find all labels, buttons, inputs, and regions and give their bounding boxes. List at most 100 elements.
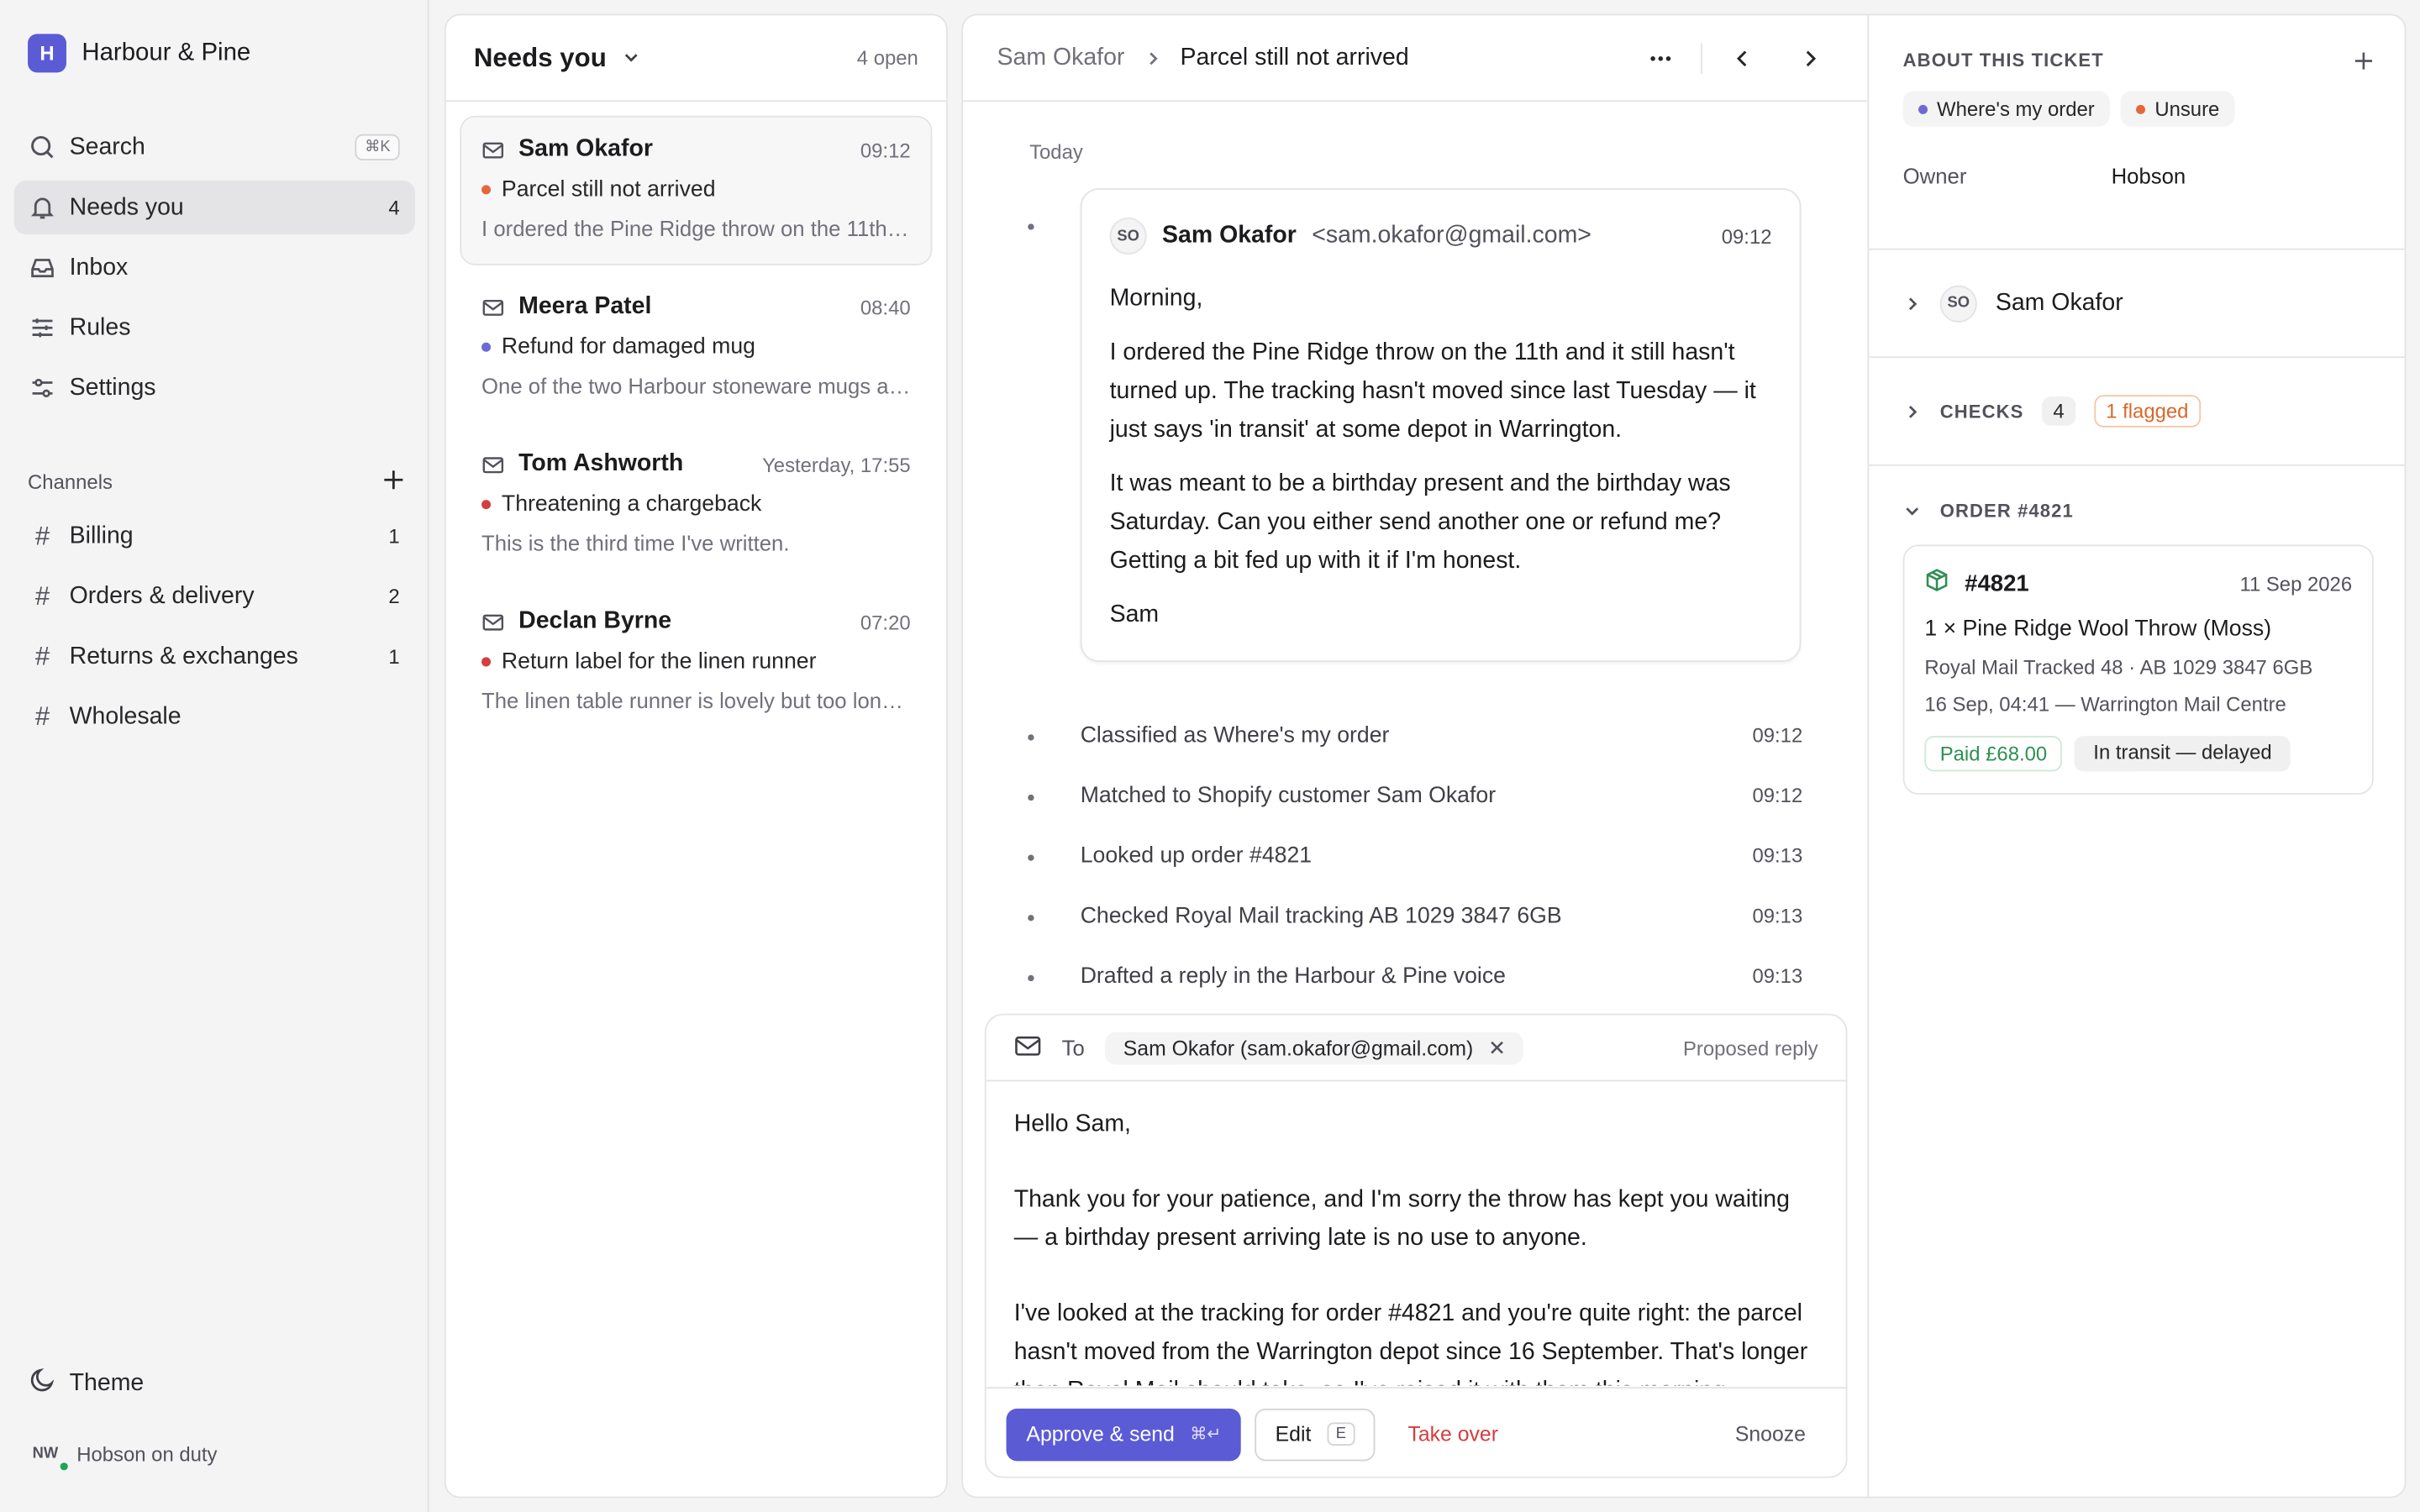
customer-avatar: SO <box>1939 284 1977 322</box>
channel-label: Billing <box>69 522 134 549</box>
order-item: 1 × Pine Ridge Wool Throw (Moss) <box>1924 617 2272 643</box>
tag-dot <box>2136 103 2146 113</box>
mail-icon <box>481 296 505 319</box>
search-shortcut: ⌘K <box>355 134 400 161</box>
app-window: H Harbour & Pine Search ⌘K Needs you 4 I… <box>0 0 2420 1512</box>
channel-wholesale[interactable]: # Wholesale <box>14 690 416 743</box>
nav-item-needs-you[interactable]: Needs you 4 <box>13 180 416 235</box>
add-tag-icon[interactable] <box>2354 50 2374 71</box>
chevron-right-icon <box>1903 402 1922 420</box>
mail-icon <box>1014 1032 1042 1064</box>
ticket-time: 08:40 <box>860 295 911 319</box>
checks-flagged-badge: 1 flagged <box>2093 395 2202 428</box>
ticket-customer: Sam Okafor <box>518 135 653 162</box>
about-heading: ABOUT THIS TICKET <box>1902 49 2104 71</box>
workspace-switcher[interactable]: H Harbour & Pine <box>28 34 250 73</box>
priority-dot <box>481 657 492 667</box>
timeline-dot <box>1028 223 1034 230</box>
mail-icon <box>481 453 505 476</box>
tag-chip[interactable]: Unsure <box>2120 91 2235 127</box>
hash-icon: # <box>34 641 50 671</box>
ticket-subject: Return label for the linen runner <box>501 649 817 675</box>
remove-recipient-icon[interactable] <box>1489 1036 1504 1059</box>
ticket-item[interactable]: Tom Ashworth Yesterday, 17:55 Threatenin… <box>460 430 932 580</box>
ticket-preview: One of the two Harbour stoneware mugs ar… <box>481 373 911 398</box>
channel-orders-delivery[interactable]: # Orders & delivery 2 <box>14 570 416 623</box>
timeline-dot <box>1028 974 1034 982</box>
priority-dot <box>481 500 492 510</box>
previous-ticket-icon[interactable] <box>1719 34 1765 81</box>
event-time: 09:13 <box>1752 904 1803 927</box>
approve-send-button[interactable]: Approve & send ⌘↵ <box>1006 1407 1242 1461</box>
ticket-item[interactable]: Declan Byrne 07:20 Return label for the … <box>460 588 932 738</box>
tag-label: Unsure <box>2154 97 2220 121</box>
ticket-item[interactable]: Meera Patel 08:40 Refund for damaged mug… <box>460 273 932 423</box>
recipient-chip[interactable]: Sam Okafor (sam.okafor@gmail.com) <box>1104 1031 1523 1064</box>
chevron-down-icon <box>622 43 640 74</box>
theme-toggle[interactable]: Theme <box>29 1367 144 1400</box>
moon-icon <box>29 1367 55 1400</box>
event-time: 09:13 <box>1752 843 1803 868</box>
header-actions <box>1638 34 1833 81</box>
checks-section[interactable]: CHECKS 4 1 flagged <box>1869 358 2405 466</box>
ticket-time: Yesterday, 17:55 <box>762 453 911 476</box>
ticket-customer: Tom Ashworth <box>518 450 684 477</box>
workspace-logo: H <box>28 34 66 73</box>
timeline-dot <box>1028 915 1034 921</box>
chevron-down-icon <box>1903 501 1922 520</box>
nav-item-inbox[interactable]: Inbox <box>14 241 416 295</box>
tag-chip[interactable]: Where's my order <box>1902 91 2111 127</box>
ticket-customer: Meera Patel <box>518 292 652 320</box>
owner-value[interactable]: Hobson <box>2112 164 2186 188</box>
reply-paragraph: Hello Sam, <box>1013 1110 1131 1137</box>
next-ticket-icon[interactable] <box>1787 34 1833 81</box>
main-nav: Search ⌘K Needs you 4 Inbox Rules Settin… <box>13 120 416 421</box>
conversation-thread[interactable]: Today SO Sam Okafor <sam.okafor@gmail.co… <box>963 103 1869 990</box>
snooze-button[interactable]: Snooze <box>1735 1422 1806 1446</box>
channels-header: Channels <box>28 469 404 495</box>
hash-icon: # <box>34 520 50 550</box>
ticket-time: 09:12 <box>860 138 911 161</box>
ticket-subject: Threatening a chargeback <box>501 491 762 517</box>
event-text: Looked up order #4821 <box>1080 843 1313 869</box>
message-paragraph: It was meant to be a birthday present an… <box>1109 470 1731 575</box>
customer-name: Sam Okafor <box>1995 289 2123 316</box>
divider <box>1701 42 1702 74</box>
chevron-right-icon <box>1143 49 1161 67</box>
breadcrumb-customer[interactable]: Sam Okafor <box>997 44 1125 71</box>
user-avatar: NW <box>33 1446 68 1471</box>
checks-count: 4 <box>2042 396 2075 426</box>
nav-item-search[interactable]: Search ⌘K <box>14 120 416 174</box>
add-channel-icon[interactable] <box>383 469 405 495</box>
open-count: 4 open <box>856 46 918 70</box>
nav-item-rules[interactable]: Rules <box>14 301 416 354</box>
activity-event: Looked up order #4821 09:13 <box>1081 844 1803 869</box>
customer-section[interactable]: SO Sam Okafor <box>1869 250 2405 359</box>
ticket-item[interactable]: Sam Okafor 09:12 Parcel still not arrive… <box>460 115 933 265</box>
nav-label: Rules <box>69 313 131 340</box>
chevron-right-icon <box>1903 294 1922 312</box>
activity-event: Drafted a reply in the Harbour & Pine vo… <box>1081 964 1803 989</box>
approve-label: Approve & send <box>1026 1422 1175 1446</box>
channel-returns-exchanges[interactable]: # Returns & exchanges 1 <box>14 629 416 683</box>
ticket-list-header: Needs you 4 open <box>445 15 946 102</box>
order-tracking: Royal Mail Tracked 48 · AB 1029 3847 6GB <box>1924 655 2313 680</box>
event-time: 09:12 <box>1752 784 1803 807</box>
ticket-time: 07:20 <box>860 610 911 633</box>
view-selector[interactable]: Needs you <box>474 43 640 74</box>
duty-label: Hobson on duty <box>76 1442 218 1466</box>
nav-item-settings[interactable]: Settings <box>14 361 416 415</box>
ticket-preview: This is the third time I've written. <box>481 530 790 556</box>
order-section-header[interactable]: ORDER #4821 <box>1903 500 2374 522</box>
event-time: 09:12 <box>1752 723 1803 747</box>
edit-button[interactable]: Edit E <box>1255 1407 1376 1461</box>
theme-label: Theme <box>69 1369 145 1397</box>
message-paragraph: I ordered the Pine Ridge throw on the 11… <box>1109 339 1756 444</box>
more-options-icon[interactable] <box>1638 34 1684 81</box>
channel-billing[interactable]: # Billing 1 <box>14 509 416 563</box>
reply-body-editor[interactable]: Hello Sam, Thank you for your patience, … <box>986 1083 1846 1385</box>
order-card[interactable]: #4821 11 Sep 2026 1 × Pine Ridge Wool Th… <box>1902 544 2374 795</box>
message-body: Morning, I ordered the Pine Ridge throw … <box>1110 279 1772 633</box>
duty-status[interactable]: NW Hobson on duty <box>33 1442 218 1471</box>
take-over-button[interactable]: Take over <box>1407 1422 1498 1446</box>
